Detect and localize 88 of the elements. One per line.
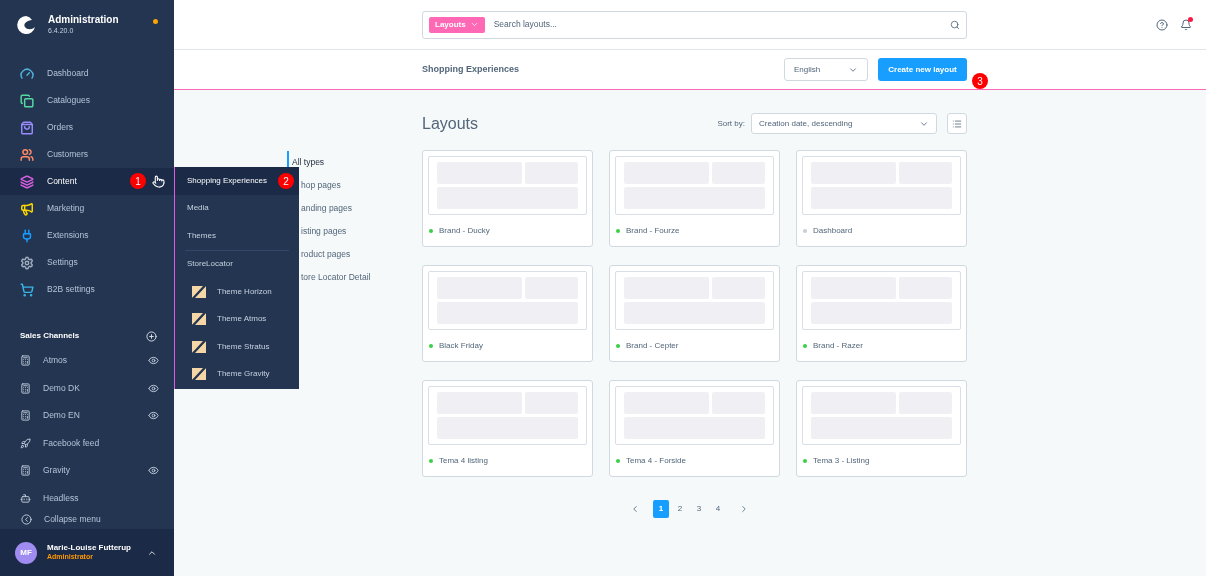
avatar: MF <box>15 541 37 564</box>
submenu-item[interactable]: Media <box>175 194 299 222</box>
app-title: Administration <box>48 14 119 27</box>
submenu-item[interactable]: StoreLocator <box>175 250 299 278</box>
rocket-icon <box>20 437 31 449</box>
channel-item[interactable]: Gravity <box>0 457 174 485</box>
sort-select[interactable]: Creation date, descending <box>751 113 937 134</box>
type-filter[interactable]: hop pages <box>301 174 341 197</box>
hand-cursor-icon <box>152 174 165 188</box>
layout-card[interactable]: Tema 4 listing <box>422 380 593 477</box>
next-page-icon[interactable] <box>739 504 749 514</box>
nav-item[interactable]: Catalogues <box>0 87 174 114</box>
layout-card[interactable]: Brand - Cepter <box>609 265 780 362</box>
step-badge: 3 <box>972 73 988 89</box>
storefront-icon <box>20 465 31 477</box>
section-title: Layouts <box>422 113 479 134</box>
help-icon[interactable] <box>1156 18 1168 31</box>
theme-icon <box>192 340 206 353</box>
theme-icon <box>192 313 206 326</box>
step-badge: 1 <box>130 173 146 189</box>
layout-name: Black Friday <box>439 340 483 352</box>
storefront-icon <box>20 355 31 367</box>
submenu-item[interactable]: Theme Horizon <box>175 278 299 306</box>
storefront-icon <box>20 382 31 394</box>
list-icon <box>952 118 962 129</box>
layout-card[interactable]: Dashboard <box>796 150 967 247</box>
layout-card[interactable]: Black Friday <box>422 265 593 362</box>
page-link[interactable]: 2 <box>672 500 688 518</box>
nav-item[interactable]: B2B settings <box>0 276 174 303</box>
nav-item[interactable]: Dashboard <box>0 60 174 87</box>
channel-item[interactable]: Demo EN <box>0 402 174 430</box>
layout-name: Brand - Ducky <box>439 225 490 237</box>
step-badge: 2 <box>278 173 294 189</box>
submenu-item[interactable]: Theme Stratus <box>175 333 299 361</box>
layout-name: Brand - Razer <box>813 340 863 352</box>
search-input[interactable]: Search layouts... <box>493 18 941 31</box>
layout-card[interactable]: Brand - Fourze <box>609 150 780 247</box>
section-title: Sales Channels <box>20 330 80 342</box>
page-title: Shopping Experiences <box>422 62 520 76</box>
layout-name: Tema 4 - Forside <box>626 455 687 467</box>
theme-icon <box>192 368 206 381</box>
robot-icon <box>20 492 31 504</box>
submenu-item[interactable]: Shopping Experiences 2 <box>175 167 299 195</box>
submenu-item[interactable]: Theme Atmos <box>175 305 299 333</box>
nav-item[interactable]: Orders <box>0 114 174 141</box>
logo-icon <box>16 15 36 35</box>
add-icon[interactable] <box>146 330 157 342</box>
type-filter[interactable]: anding pages <box>301 197 353 220</box>
layout-card[interactable]: Tema 3 - Listing <box>796 380 967 477</box>
nav-item[interactable]: Marketing <box>0 195 174 222</box>
sort-label: Sort by: <box>717 117 745 130</box>
layout-card[interactable]: Tema 4 - Forside <box>609 380 780 477</box>
layout-name: Brand - Cepter <box>626 340 679 352</box>
layout-card[interactable]: Brand - Razer <box>796 265 967 362</box>
language-select[interactable]: English <box>784 58 868 81</box>
theme-icon <box>192 285 206 298</box>
previous-page-icon[interactable] <box>630 504 640 514</box>
submenu-item[interactable]: Theme Gravity <box>175 360 299 388</box>
eye-icon[interactable] <box>148 465 159 477</box>
eye-icon[interactable] <box>148 382 159 394</box>
page-link[interactable]: 3 <box>691 500 707 518</box>
layout-name: Brand - Fourze <box>626 225 680 237</box>
layout-name: Dashboard <box>813 225 853 237</box>
collapse-menu-button[interactable]: Collapse menu <box>0 512 174 526</box>
type-filter[interactable]: roduct pages <box>301 243 351 266</box>
page-link[interactable]: 4 <box>710 500 726 518</box>
nav-item[interactable]: Extensions <box>0 222 174 249</box>
nav-item[interactable]: Customers <box>0 141 174 168</box>
channel-item[interactable]: Facebook feed <box>0 429 174 457</box>
chevron-left-icon <box>21 513 32 525</box>
nav-item[interactable]: Settings <box>0 249 174 276</box>
nav-item[interactable]: Content 1 <box>0 168 174 195</box>
type-filter[interactable]: isting pages <box>301 220 347 243</box>
chevron-down-icon <box>469 20 479 29</box>
channel-item[interactable]: Headless <box>0 484 174 512</box>
bell-icon[interactable] <box>1180 18 1192 31</box>
submenu-item[interactable]: Themes <box>175 222 299 250</box>
user-name: Marie-Louise Futterup <box>47 543 131 554</box>
layout-name: Tema 3 - Listing <box>813 455 870 467</box>
type-filter[interactable]: tore Locator Detail <box>301 266 371 289</box>
storefront-icon <box>20 410 31 422</box>
eye-icon[interactable] <box>148 355 159 367</box>
channel-item[interactable]: Demo DK <box>0 374 174 402</box>
layout-card[interactable]: Brand - Ducky <box>422 150 593 247</box>
channel-item[interactable]: Atmos <box>0 347 174 375</box>
search-icon[interactable] <box>950 19 960 30</box>
eye-icon[interactable] <box>148 410 159 422</box>
layout-name: Tema 4 listing <box>439 455 488 467</box>
